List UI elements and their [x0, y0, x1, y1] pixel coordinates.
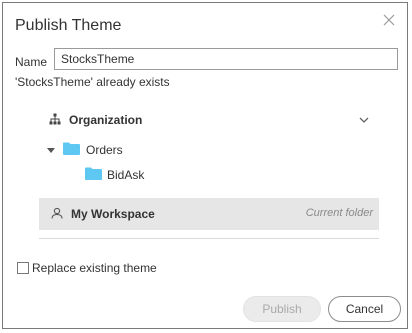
caret-down-icon[interactable] — [47, 147, 55, 153]
current-folder-label: Current folder — [305, 207, 373, 219]
tree-item-bidask[interactable]: BidAsk — [85, 166, 144, 184]
publish-button[interactable]: Publish — [243, 296, 321, 322]
tree-item-bidask-label: BidAsk — [107, 168, 145, 182]
close-icon[interactable] — [383, 13, 395, 26]
organization-icon — [49, 113, 61, 128]
folder-icon — [63, 142, 80, 158]
chevron-down-icon[interactable] — [359, 113, 369, 127]
name-label: Name — [15, 55, 48, 69]
dialog-title: Publish Theme — [15, 17, 122, 34]
cancel-button[interactable]: Cancel — [328, 296, 401, 322]
replace-existing-option[interactable]: Replace existing theme — [17, 261, 157, 275]
tree-item-organization-label: Organization — [69, 113, 143, 127]
tree-item-my-workspace[interactable]: My Workspace Current folder — [39, 198, 379, 230]
tree-item-orders[interactable]: Orders — [47, 141, 123, 159]
publish-theme-dialog: Publish Theme Name 'StocksTheme' already… — [2, 2, 408, 329]
folder-icon — [85, 167, 102, 183]
tree-item-organization[interactable]: Organization — [49, 111, 369, 129]
exists-message: 'StocksTheme' already exists — [15, 75, 170, 89]
tree-item-my-workspace-label: My Workspace — [71, 207, 155, 221]
name-input[interactable] — [54, 48, 398, 70]
divider — [39, 238, 379, 239]
replace-checkbox-label: Replace existing theme — [32, 261, 157, 275]
replace-checkbox[interactable] — [17, 262, 29, 274]
tree-item-orders-label: Orders — [86, 143, 123, 157]
user-icon — [51, 207, 63, 222]
